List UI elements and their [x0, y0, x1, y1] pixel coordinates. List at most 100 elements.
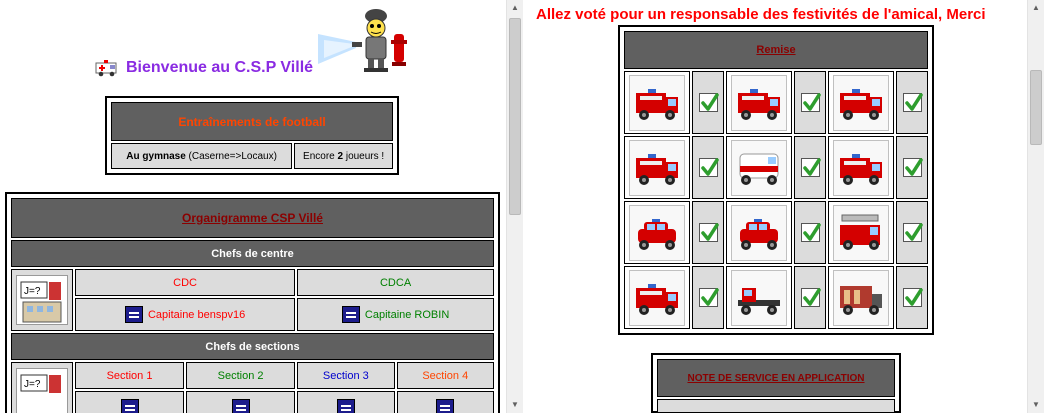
welcome-banner: Bienvenue au C.S.P Villé [95, 56, 313, 80]
players-suffix: joueurs ! [343, 150, 385, 162]
note-de-service-box: NOTE DE SERVICE EN APPLICATION [651, 353, 901, 413]
vehicle-cell[interactable] [827, 266, 895, 329]
vehicle-cell[interactable] [827, 201, 895, 264]
vehicle-cell[interactable] [725, 266, 793, 329]
right-frame: Allez voté pour un responsable des festi… [523, 0, 1027, 413]
fire-truck-icon[interactable] [629, 74, 686, 131]
checkmark-icon [800, 288, 821, 307]
vehicle-cell[interactable] [725, 71, 793, 134]
left-frame-scrollbar[interactable]: ▲ ▼ [506, 0, 523, 413]
checkmark-icon [698, 158, 719, 177]
scroll-thumb[interactable] [509, 18, 521, 215]
fire-4x4-icon[interactable] [629, 204, 686, 261]
section-3-label: Section 3 [322, 369, 369, 382]
vehicle-cell[interactable] [827, 71, 895, 134]
role-cdca-label: CDCA [379, 276, 412, 289]
organigram-title[interactable]: Organigramme CSP Villé [11, 198, 494, 238]
checkmark-icon [698, 223, 719, 242]
remise-link[interactable]: Remise [756, 44, 795, 56]
svg-text:J=?: J=? [24, 379, 41, 390]
vehicle-status-cell [692, 71, 724, 134]
note-title-cell[interactable]: NOTE DE SERVICE EN APPLICATION [657, 359, 895, 397]
remise-box: Remise [618, 25, 934, 335]
checkmark-icon [800, 223, 821, 242]
section-3: Section 3 [297, 362, 395, 389]
festivities-banner: Allez voté pour un responsable des festi… [536, 6, 986, 23]
fire-truck-icon[interactable] [629, 139, 686, 196]
section-4-label: Section 4 [422, 369, 469, 382]
chefs-sections-header: Chefs de sections [11, 333, 494, 360]
fire-truck-icon[interactable] [731, 74, 788, 131]
scroll-thumb[interactable] [1030, 70, 1042, 145]
vehicle-status-cell [692, 201, 724, 264]
vehicle-cell[interactable] [624, 71, 691, 134]
fire-truck-icon[interactable] [833, 74, 890, 131]
checkmark-icon [698, 288, 719, 307]
id-card-icon [336, 399, 355, 413]
section-2-label: Section 2 [217, 369, 264, 382]
section-1: Section 1 [75, 362, 185, 389]
ambulance-icon [95, 59, 119, 77]
checkmark-icon [800, 158, 821, 177]
football-location-bold: Au gymnase [126, 150, 186, 162]
role-cdc: CDC [75, 269, 296, 296]
vehicle-status-cell [896, 71, 928, 134]
scroll-down-arrow-icon[interactable]: ▼ [1028, 397, 1044, 413]
tractor-unit-icon[interactable] [731, 269, 788, 326]
organigram-link[interactable]: Organigramme CSP Villé [182, 211, 323, 225]
id-card-icon [436, 399, 455, 413]
section-1-label: Section 1 [106, 369, 153, 382]
role-cdc-label: CDC [173, 276, 197, 289]
vehicle-cell[interactable] [725, 136, 793, 199]
players-prefix: Encore [303, 150, 338, 162]
role-cdca: CDCA [297, 269, 494, 296]
scroll-up-arrow-icon[interactable]: ▲ [507, 0, 523, 16]
section-3-name-cell[interactable] [297, 391, 395, 413]
section-4: Section 4 [396, 362, 494, 389]
vehicle-cell[interactable] [624, 266, 691, 329]
fire-truck-icon[interactable] [629, 269, 686, 326]
vehicle-row [624, 71, 928, 134]
chefs-centre-header: Chefs de centre [11, 240, 494, 267]
football-location: Au gymnase (Caserne=>Locaux) [111, 143, 293, 169]
checkmark-icon [902, 288, 923, 307]
note-link[interactable]: NOTE DE SERVICE EN APPLICATION [687, 373, 864, 384]
football-location-detail: (Caserne=>Locaux) [185, 150, 277, 162]
cdc-name[interactable]: Capitaine benspv16 [148, 309, 245, 321]
vehicle-row [624, 136, 928, 199]
vehicle-cell[interactable] [827, 136, 895, 199]
centre-board-icon: J=? [16, 275, 68, 325]
fire-truck-icon[interactable] [833, 139, 890, 196]
fire-van-icon[interactable] [731, 139, 788, 196]
svg-text:J=?: J=? [24, 286, 41, 297]
welcome-text: Bienvenue au C.S.P Villé [126, 59, 314, 76]
vehicle-status-cell [794, 136, 826, 199]
remise-title-cell[interactable]: Remise [624, 31, 928, 69]
id-card-icon [124, 306, 143, 323]
checkmark-icon [902, 223, 923, 242]
football-players: Encore 2 joueurs ! [294, 143, 393, 169]
vehicle-cell[interactable] [624, 201, 691, 264]
scroll-down-arrow-icon[interactable]: ▼ [507, 397, 523, 413]
vehicle-status-cell [692, 266, 724, 329]
organigram-box: Organigramme CSP Villé Chefs de centre J… [5, 192, 500, 413]
cdca-name-cell[interactable]: Capitaine ROBIN [297, 298, 494, 331]
checkmark-icon [902, 93, 923, 112]
scroll-up-arrow-icon[interactable]: ▲ [1028, 0, 1044, 16]
fire-car-icon[interactable] [731, 204, 788, 261]
section-2-name-cell[interactable] [186, 391, 296, 413]
id-card-icon [120, 399, 139, 413]
vehicle-cell[interactable] [624, 136, 691, 199]
section-1-name-cell[interactable] [75, 391, 185, 413]
ladder-truck-icon[interactable] [833, 204, 890, 261]
section-4-name-cell[interactable] [396, 391, 494, 413]
cdca-name[interactable]: Capitaine ROBIN [365, 309, 449, 321]
vehicle-cell[interactable] [725, 201, 793, 264]
right-frame-scrollbar[interactable]: ▲ ▼ [1027, 0, 1044, 413]
window-edge [1044, 0, 1054, 413]
football-title: Entraînements de football [111, 102, 393, 141]
container-truck-icon[interactable] [833, 269, 890, 326]
cdc-name-cell[interactable]: Capitaine benspv16 [75, 298, 296, 331]
vehicle-row [624, 201, 928, 264]
vehicle-status-cell [794, 71, 826, 134]
